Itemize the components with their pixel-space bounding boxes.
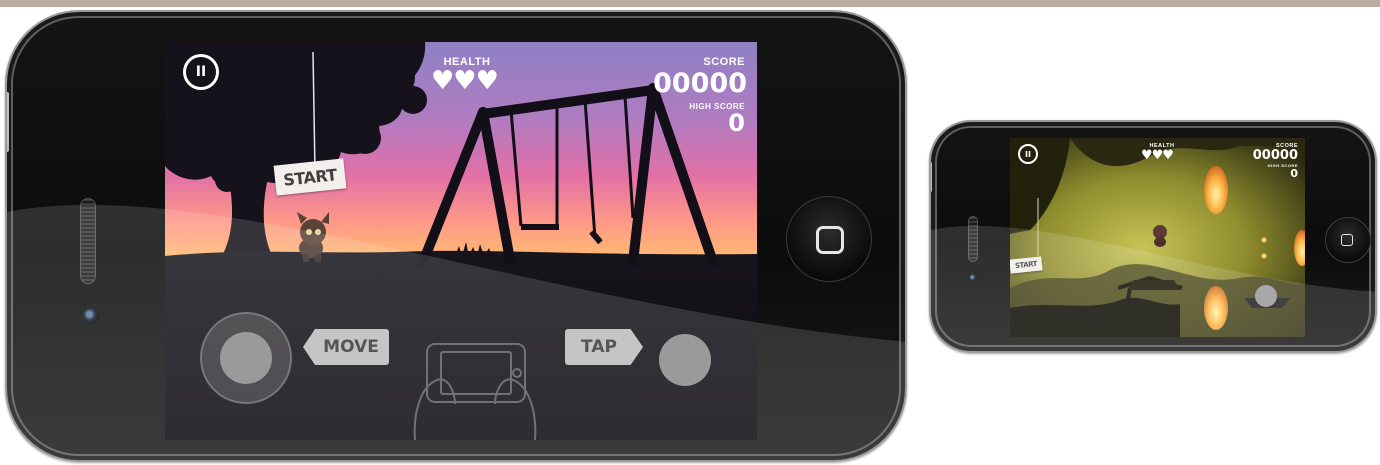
pause-button-small[interactable]: II xyxy=(1018,144,1038,164)
speaker-slot xyxy=(80,198,96,284)
ember-2 xyxy=(1261,253,1267,259)
top-strip xyxy=(0,0,1380,7)
high-score-value-small: 0 xyxy=(1290,167,1298,180)
phone-large: II HEALTH ♥♥♥ SCORE 00000 HIGH SCORE 0 S… xyxy=(5,10,907,462)
home-button[interactable] xyxy=(786,196,872,282)
tap-button-small xyxy=(1255,285,1277,307)
speaker-slot-small xyxy=(968,216,978,262)
player-character-small xyxy=(1153,225,1167,247)
home-square-small-icon xyxy=(1341,234,1353,246)
pause-button[interactable]: II xyxy=(183,54,219,90)
home-square-icon xyxy=(816,226,844,254)
tap-button[interactable] xyxy=(659,334,711,386)
game-screen-small[interactable]: II HEALTH ♥♥♥ SCORE 00000 HIGH SCORE 0 S… xyxy=(1010,138,1305,337)
health-hearts-small-icon: ♥♥♥ xyxy=(1141,148,1174,163)
tap-hint-label: TAP xyxy=(565,329,643,365)
high-score-value: 0 xyxy=(728,109,745,137)
fireball-2 xyxy=(1204,286,1228,330)
fireball-1 xyxy=(1204,166,1228,214)
swing-seat xyxy=(521,224,559,230)
score-value-small: 00000 xyxy=(1252,148,1298,163)
volume-button-small xyxy=(931,162,932,192)
move-hint-label: MOVE xyxy=(303,329,389,365)
health-hearts-icon: ♥♥♥ xyxy=(431,66,499,96)
pause-circle-small-icon: II xyxy=(1025,149,1031,159)
bridge-deck xyxy=(1128,280,1180,290)
home-button-small[interactable] xyxy=(1325,217,1371,263)
ember-1 xyxy=(1261,237,1267,243)
volume-button xyxy=(7,92,9,152)
score-value: 00000 xyxy=(653,68,747,99)
phone-small: II HEALTH ♥♥♥ SCORE 00000 HIGH SCORE 0 S… xyxy=(929,120,1377,353)
front-camera-icon xyxy=(83,308,99,324)
front-camera-small-icon xyxy=(969,274,977,282)
score-label: SCORE xyxy=(703,56,745,68)
joystick-knob[interactable] xyxy=(220,332,272,384)
pause-circle-icon: II xyxy=(195,64,207,80)
